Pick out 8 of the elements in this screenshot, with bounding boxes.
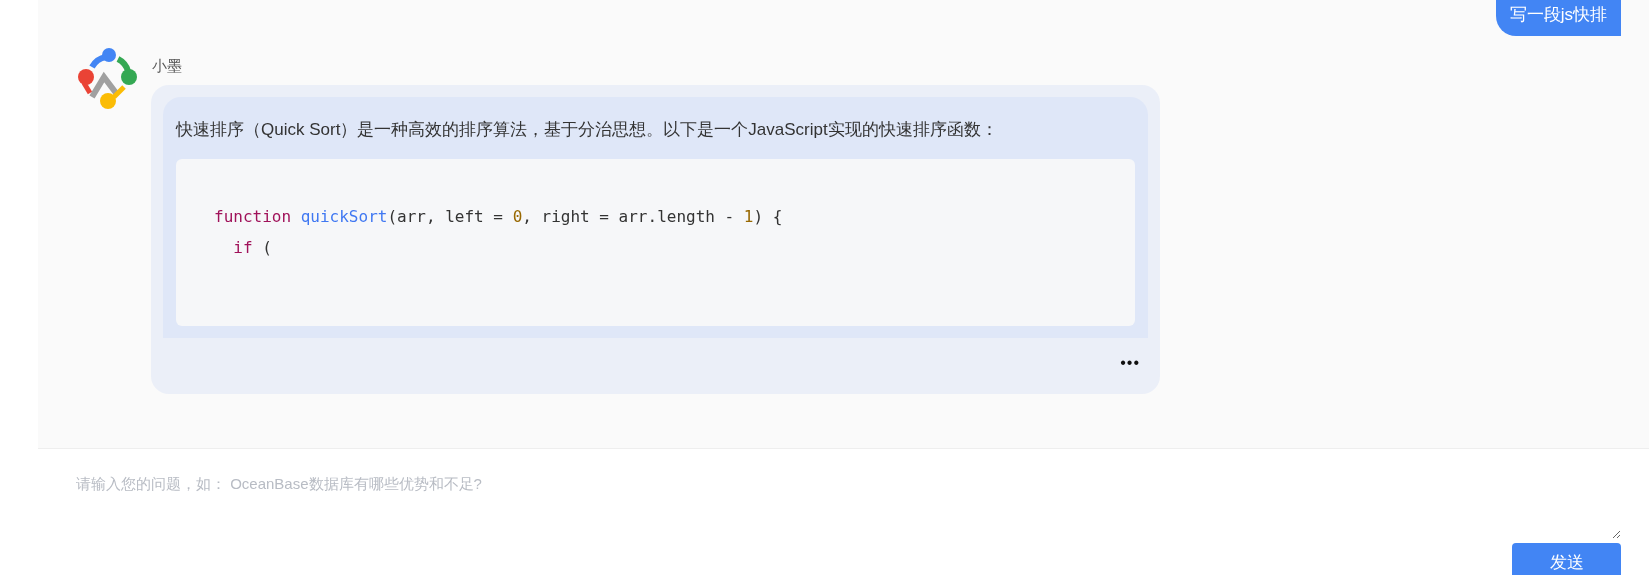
more-button[interactable]: ••• <box>1120 354 1140 372</box>
code-line: function quickSort(arr, left = 0, right = arr.length - 1) { <box>214 206 784 228</box>
code-line: if ( <box>232 237 273 259</box>
send-button[interactable]: 发送 <box>1512 543 1621 575</box>
assistant-name: 小墨 <box>152 56 183 76</box>
logo-icon <box>76 47 140 111</box>
user-message: 写一段js快排 <box>1495 0 1621 36</box>
answer-text: 快速排序（Quick Sort）是一种高效的排序算法，基于分治思想。以下是一个JavaScript实现的快速排序函数： <box>176 119 999 141</box>
